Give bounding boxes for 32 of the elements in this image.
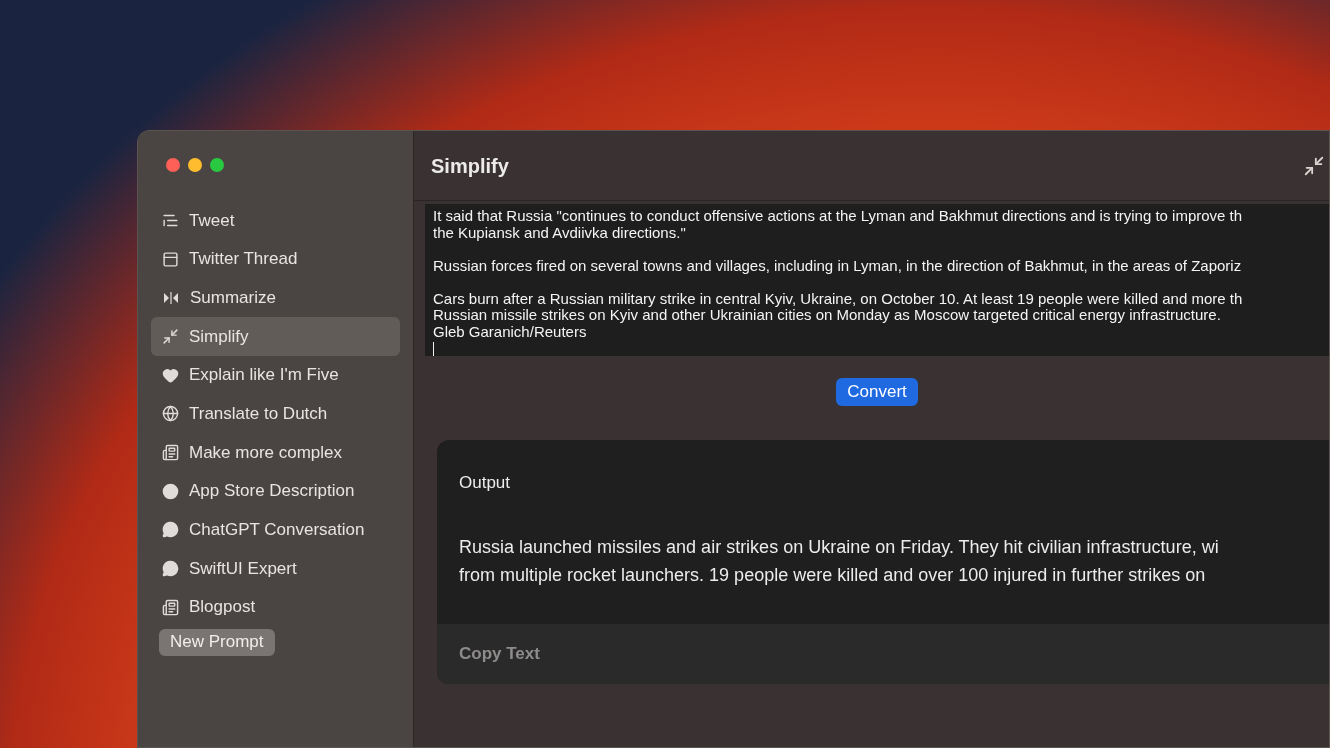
minimize-icon [162,327,179,345]
sidebar-item[interactable]: Translate to Dutch [151,394,400,434]
input-field[interactable]: It said that Russia "continues to conduct offensive actions at the Lyman and Bakhmut directions and is trying to improve th the Kupiansk and Avdiivka directions." Russian forces fired on several towns and villages, including in Lyman, in the direction of Bakhmut, in the areas of Zaporiz Cars burn after a Russian military strike in central Kyiv, Ukraine, on October 10. At least 19 people were killed and more th Russian missile strikes on Kyiv and other Ukrainian cities on Monday as Moscow targeted critical energy infrastructure. Gleb Garanich/Reuters [425,204,1329,356]
output-title: Output [458,472,512,494]
arrows-toward-bar-icon [162,290,180,305]
document-icon [162,443,179,461]
sidebar-item[interactable]: ChatGPT Conversation [151,510,400,550]
sidebar-item[interactable]: Simplify [151,317,400,356]
sidebar-item[interactable]: Twitter Thread [151,239,400,279]
panel-icon [162,250,179,268]
sidebar-item[interactable]: Tweet [151,201,400,240]
speech-bubble-icon [162,521,179,539]
sidebar-item[interactable]: Explain like I'm Five [151,355,400,395]
convert-button[interactable]: Convert [836,378,918,406]
circle-icon [162,482,179,500]
heart-icon [162,366,179,384]
zoom-button[interactable] [210,158,224,172]
sidebar-item[interactable]: Make more complex [151,433,400,472]
sidebar-item[interactable]: Summarize [151,278,400,318]
sidebar-item[interactable]: App Store Description [151,471,400,511]
sidebar-item[interactable]: Blogpost [151,587,400,627]
minimize-icon[interactable] [1303,154,1325,177]
sidebar-item[interactable]: SwiftUI Expert [151,549,400,588]
globe-icon [162,405,179,423]
minimize-button[interactable] [188,158,202,172]
document-icon [162,598,179,616]
copy-text-button[interactable]: Copy Text [459,641,540,667]
close-button[interactable] [166,158,180,172]
new-prompt-button[interactable]: New Prompt [159,628,275,656]
window-title: Simplify [431,153,509,179]
output-text: Russia launched missiles and air strikes on Ukraine on Friday. They hit civilian infrastructure, wi from multiple rocket launchers. 19 people were killed and over 100 injured in further strikes on [458,535,1220,587]
speech-bubble-icon [162,560,179,578]
